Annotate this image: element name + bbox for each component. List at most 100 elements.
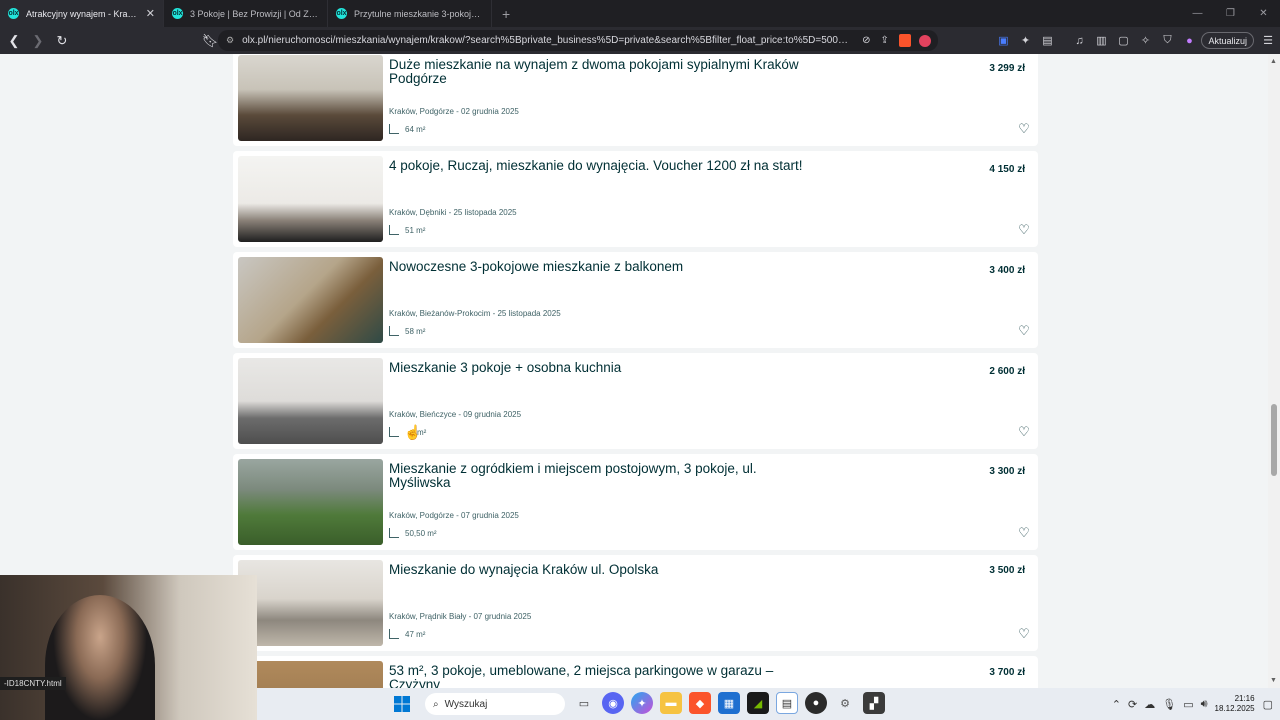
forward-icon[interactable]: ❯ bbox=[28, 31, 48, 51]
windows-start-icon[interactable] bbox=[394, 696, 410, 712]
listing-card[interactable]: Mieszkanie 3 pokoje + osobna kuchnia 2 6… bbox=[233, 353, 1038, 449]
back-icon[interactable]: ❮ bbox=[4, 31, 24, 51]
listing-photo[interactable] bbox=[238, 55, 383, 141]
tab-3[interactable]: olx Przytulne mieszkanie 3-pokojowe Kr..… bbox=[328, 0, 492, 27]
taskbar-apps: ▭ ◉ ✦ ▬ ◆ ▦ ◢ ▤ ● ⚙ ▞ bbox=[573, 692, 892, 714]
chevron-up-icon[interactable]: ⌃ bbox=[1112, 698, 1121, 711]
area-icon bbox=[389, 225, 399, 235]
url-text: olx.pl/nieruchomosci/mieszkania/wynajem/… bbox=[242, 35, 853, 46]
favorite-heart-icon[interactable]: ♡ bbox=[1017, 222, 1031, 237]
area-icon bbox=[389, 528, 399, 538]
leo-ai-icon[interactable]: ✧ bbox=[1135, 31, 1155, 51]
scrollbar-thumb[interactable] bbox=[1271, 404, 1277, 476]
brave-icon[interactable]: ◆ bbox=[689, 692, 711, 714]
profile-icon[interactable]: ● bbox=[1179, 31, 1199, 51]
extensions-icon[interactable]: ✦ bbox=[1015, 31, 1035, 51]
volume-icon[interactable]: 🔊︎ bbox=[1201, 698, 1208, 711]
system-tray: ⌃ ⟳ ☁ 🎙︎ ▭ 🔊︎ 21:16 18.12.2025 ▢ bbox=[1112, 688, 1280, 720]
cloud-icon[interactable]: ☁ bbox=[1144, 698, 1155, 711]
obs-icon[interactable]: ● bbox=[805, 692, 827, 714]
update-button[interactable]: Aktualizuj bbox=[1201, 32, 1254, 49]
notepad-icon[interactable]: ▤ bbox=[776, 692, 798, 714]
brave-shield-icon[interactable] bbox=[898, 34, 911, 47]
listing-photo[interactable] bbox=[238, 560, 383, 646]
listing-photo[interactable] bbox=[238, 661, 383, 688]
browser-toolbar: ❮ ❯ ↻ 🔖︎ ⚙ olx.pl/nieruchomosci/mieszkan… bbox=[0, 27, 1280, 54]
listing-price: 2 600 zł bbox=[989, 366, 1025, 377]
site-info-icon[interactable]: ⚙ bbox=[226, 35, 234, 46]
music-icon[interactable]: ♫ bbox=[1069, 31, 1089, 51]
listing-card[interactable]: Duże mieszkanie na wynajem z dwoma pokoj… bbox=[233, 54, 1038, 146]
close-tab-icon[interactable]: ✕ bbox=[146, 7, 155, 20]
listing-photo[interactable] bbox=[238, 358, 383, 444]
taskbar-search[interactable]: ⌕ Wyszukaj bbox=[425, 693, 565, 715]
favorite-heart-icon[interactable]: ♡ bbox=[1017, 121, 1031, 136]
settings-icon[interactable]: ⚙ bbox=[834, 692, 856, 714]
listing-title[interactable]: Duże mieszkanie na wynajem z dwoma pokoj… bbox=[389, 58, 809, 86]
bookmark-icon[interactable]: 🔖︎ bbox=[200, 31, 220, 51]
listing-photo[interactable] bbox=[238, 459, 383, 545]
file-explorer-icon[interactable]: ▬ bbox=[660, 692, 682, 714]
scrollbar[interactable]: ▲ ▼ bbox=[1268, 54, 1280, 688]
listing-card[interactable]: 53 m², 3 pokoje, umeblowane, 2 miejsca p… bbox=[233, 656, 1038, 688]
browser-tab-bar: olx Atrakcyjny wynajem - Kraków - ... ✕ … bbox=[0, 0, 1280, 27]
listing-location-date: Kraków, Prądnik Biały - 07 grudnia 2025 bbox=[389, 612, 532, 621]
tab-2[interactable]: olx 3 Pokoje | Bez Prowizji | Od Zaraz |… bbox=[164, 0, 328, 27]
listing-card[interactable]: 4 pokoje, Ruczaj, mieszkanie do wynajęci… bbox=[233, 151, 1038, 247]
listing-location-date: Kraków, Dębniki - 25 listopada 2025 bbox=[389, 208, 517, 217]
listing-title[interactable]: Mieszkanie do wynajęcia Kraków ul. Opols… bbox=[389, 563, 809, 577]
reader-icon[interactable]: ▤ bbox=[1037, 31, 1057, 51]
listing-card[interactable]: Nowoczesne 3-pokojowe mieszkanie z balko… bbox=[233, 252, 1038, 348]
tab-label: Przytulne mieszkanie 3-pokojowe Kr... bbox=[354, 8, 483, 19]
share-icon[interactable]: ⇪ bbox=[880, 35, 888, 46]
minimize-icon[interactable]: — bbox=[1181, 0, 1214, 27]
olx-favicon-icon: olx bbox=[336, 8, 347, 19]
task-view-icon[interactable]: ▭ bbox=[573, 692, 595, 714]
taskbar: ⌕ Wyszukaj ▭ ◉ ✦ ▬ ◆ ▦ ◢ ▤ ● ⚙ ▞ ⌃ ⟳ ☁ 🎙… bbox=[257, 688, 1280, 720]
extension-1-icon[interactable]: ▣ bbox=[993, 31, 1013, 51]
copilot-icon[interactable]: ✦ bbox=[631, 692, 653, 714]
display-icon[interactable]: ▭ bbox=[1183, 698, 1193, 711]
wallet-icon[interactable]: ▢ bbox=[1113, 31, 1133, 51]
close-window-icon[interactable]: ✕ bbox=[1247, 0, 1280, 27]
app-icon[interactable]: ▞ bbox=[863, 692, 885, 714]
notifications-icon[interactable]: ▢ bbox=[1263, 698, 1273, 711]
listing-price: 3 400 zł bbox=[989, 265, 1025, 276]
menu-icon[interactable]: ☰ bbox=[1258, 31, 1278, 51]
reload-icon[interactable]: ↻ bbox=[52, 31, 72, 51]
listing-card[interactable]: Mieszkanie z ogródkiem i miejscem postoj… bbox=[233, 454, 1038, 550]
listing-photo[interactable] bbox=[238, 156, 383, 242]
scroll-up-icon[interactable]: ▲ bbox=[1270, 58, 1277, 65]
listing-title[interactable]: 53 m², 3 pokoje, umeblowane, 2 miejsca p… bbox=[389, 664, 809, 689]
clock[interactable]: 21:16 18.12.2025 bbox=[1215, 694, 1255, 714]
favorite-heart-icon[interactable]: ♡ bbox=[1017, 626, 1031, 641]
favorite-heart-icon[interactable]: ♡ bbox=[1017, 323, 1031, 338]
maximize-icon[interactable]: ❐ bbox=[1214, 0, 1247, 27]
mic-icon[interactable]: 🎙︎ bbox=[1162, 698, 1176, 711]
clock-date: 18.12.2025 bbox=[1214, 704, 1255, 713]
favorite-heart-icon[interactable]: ♡ bbox=[1017, 424, 1031, 439]
listing-title[interactable]: Mieszkanie 3 pokoje + osobna kuchnia bbox=[389, 361, 809, 375]
toolbar-icons: ▣ ✦ ▤ ♫ ▥ ▢ ✧ ⛉ ● Aktualizuj ☰ bbox=[993, 27, 1280, 54]
vpn-icon[interactable]: ⛉ bbox=[1157, 31, 1177, 51]
listing-photo[interactable] bbox=[238, 257, 383, 343]
no-tracking-icon[interactable]: ⊘ bbox=[862, 35, 870, 46]
nvidia-icon[interactable]: ◢ bbox=[747, 692, 769, 714]
new-tab-button[interactable]: + bbox=[492, 0, 520, 27]
webcam-overlay: -ID18CNTY.html bbox=[0, 575, 257, 720]
address-bar[interactable]: ⚙ olx.pl/nieruchomosci/mieszkania/wynaje… bbox=[218, 30, 938, 51]
sidebar-icon[interactable]: ▥ bbox=[1091, 31, 1111, 51]
area-value: 51 m² bbox=[405, 225, 426, 235]
favorite-heart-icon[interactable]: ♡ bbox=[1017, 525, 1031, 540]
tab-1[interactable]: olx Atrakcyjny wynajem - Kraków - ... ✕ bbox=[0, 0, 164, 27]
rewards-icon[interactable] bbox=[918, 34, 931, 47]
search-placeholder: Wyszukaj bbox=[444, 698, 488, 710]
listing-title[interactable]: Mieszkanie z ogródkiem i miejscem postoj… bbox=[389, 462, 809, 490]
sync-icon[interactable]: ⟳ bbox=[1128, 698, 1137, 711]
scroll-down-icon[interactable]: ▼ bbox=[1270, 677, 1277, 684]
store-icon[interactable]: ▦ bbox=[718, 692, 740, 714]
listing-title[interactable]: 4 pokoje, Ruczaj, mieszkanie do wynajęci… bbox=[389, 159, 809, 173]
discord-icon[interactable]: ◉ bbox=[602, 692, 624, 714]
listing-card[interactable]: Mieszkanie do wynajęcia Kraków ul. Opols… bbox=[233, 555, 1038, 651]
listing-title[interactable]: Nowoczesne 3-pokojowe mieszkanie z balko… bbox=[389, 260, 809, 274]
